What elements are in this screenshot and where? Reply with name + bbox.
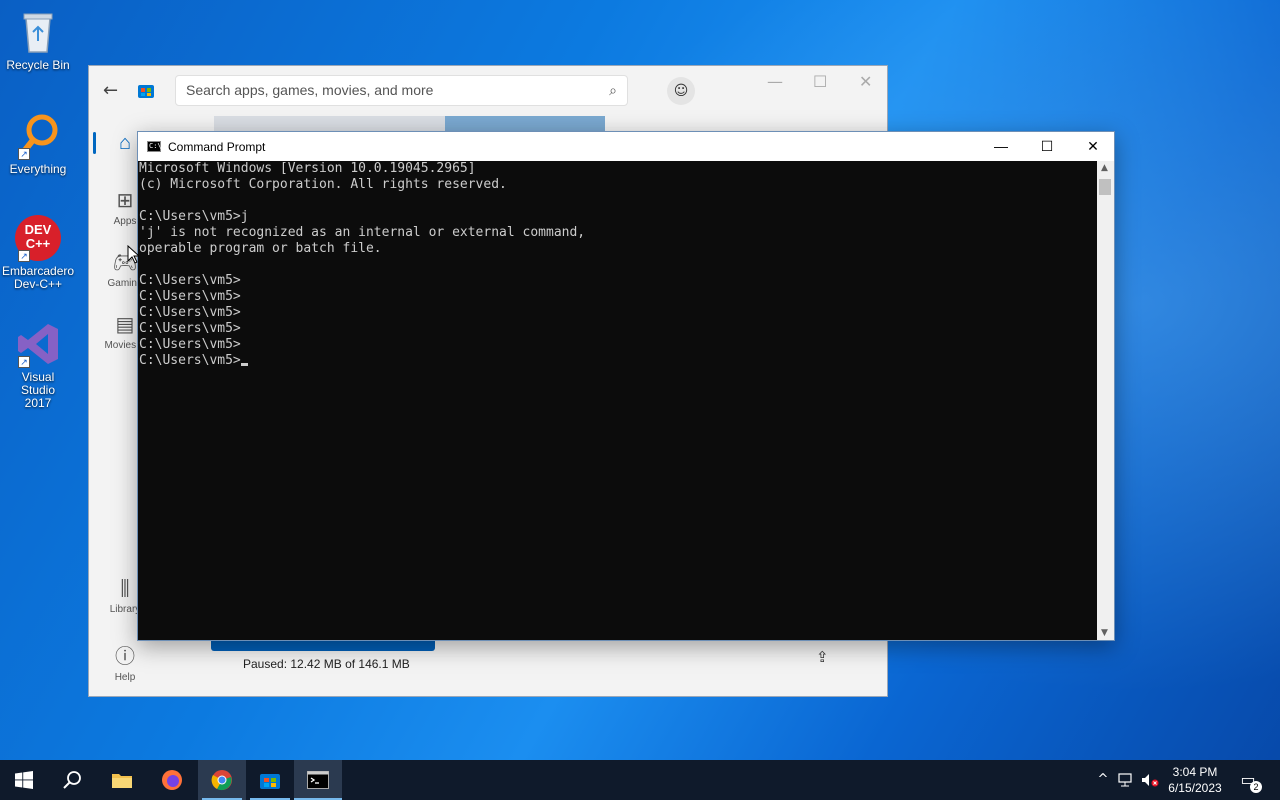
notification-center-icon[interactable]: ▭: [1236, 760, 1260, 800]
command-prompt-window[interactable]: C:\ Command Prompt — ☐ ✕ Microsoft Windo…: [137, 131, 1115, 641]
sidebar-item-help[interactable]: ⓘ Help: [89, 640, 161, 683]
show-hidden-icons-chevron-icon[interactable]: ^: [1094, 760, 1112, 800]
store-minimize-button[interactable]: —: [767, 72, 783, 91]
mouse-cursor-icon: [127, 245, 139, 264]
console-line: C:\Users\vm5>j: [139, 209, 249, 224]
shortcut-arrow-icon: ↗: [18, 250, 30, 262]
sidebar-item-label: Apps: [113, 216, 137, 227]
cmd-window-title: Command Prompt: [168, 140, 266, 154]
cmd-close-button[interactable]: ✕: [1070, 132, 1116, 161]
console-line: C:\Users\vm5>: [139, 289, 241, 304]
desktop-icon-recycle-bin[interactable]: Recycle Bin: [0, 8, 76, 72]
store-icon: [259, 769, 281, 790]
download-progress-bar: [211, 641, 435, 651]
account-avatar-icon[interactable]: ☺: [667, 77, 695, 105]
cmd-scrollbar[interactable]: ▲ ▼: [1097, 161, 1114, 640]
cmd-console-output[interactable]: Microsoft Windows [Version 10.0.19045.29…: [138, 161, 1099, 640]
taskbar-command-prompt[interactable]: [294, 760, 342, 800]
cmd-icon: [307, 769, 329, 790]
text-cursor: [240, 363, 248, 366]
store-titlebar: ← Search apps, games, movies, and more ⌕…: [89, 66, 887, 116]
devcpp-icon: DEV C++ ↗: [14, 214, 62, 262]
scroll-thumb[interactable]: [1099, 179, 1111, 195]
windows-logo-icon: [15, 769, 33, 790]
shortcut-arrow-icon: ↗: [18, 356, 30, 368]
taskbar-file-explorer[interactable]: [98, 760, 146, 800]
console-line: C:\Users\vm5>: [139, 273, 241, 288]
desktop-icon-everything[interactable]: ↗ Everything: [0, 112, 76, 176]
firefox-icon: [161, 769, 183, 790]
console-line: C:\Users\vm5>: [139, 305, 241, 320]
shortcut-arrow-icon: ↗: [18, 148, 30, 160]
taskbar-microsoft-store[interactable]: [246, 760, 294, 800]
desktop-icon-label: Embarcadero Dev-C++: [2, 264, 75, 291]
desktop-icon-label: Recycle Bin: [6, 58, 70, 72]
clock-time: 3:04 PM: [1172, 765, 1218, 779]
clock-date: 6/15/2023: [1168, 781, 1222, 795]
console-line: C:\Users\vm5>: [139, 321, 241, 336]
folder-icon: [111, 769, 133, 790]
everything-search-icon: ↗: [14, 112, 62, 160]
console-line: C:\Users\vm5>: [139, 353, 1099, 369]
help-icon: ⓘ: [115, 646, 135, 668]
network-icon[interactable]: [1116, 760, 1136, 800]
taskbar-search-button[interactable]: [48, 760, 96, 800]
taskbar-firefox[interactable]: [148, 760, 196, 800]
store-logo-icon: [137, 81, 155, 99]
desktop-icon-visual-studio[interactable]: ↗ Visual Studio 2017: [0, 320, 76, 410]
desktop-icon-label: Everything: [9, 162, 67, 176]
console-line: (c) Microsoft Corporation. All rights re…: [139, 177, 507, 192]
cmd-app-icon: C:\: [147, 141, 162, 152]
sidebar-item-label: Help: [114, 672, 136, 683]
desktop-icon-label: Visual Studio 2017: [20, 370, 56, 410]
share-icon[interactable]: ⇪: [816, 648, 829, 666]
console-line: 'j' is not recognized as an internal or …: [139, 225, 586, 240]
download-status-text: Paused: 12.42 MB of 146.1 MB: [243, 657, 410, 671]
console-line: C:\Users\vm5>: [139, 337, 241, 352]
console-line: operable program or batch file.: [139, 241, 382, 256]
console-line: Microsoft Windows [Version 10.0.19045.29…: [139, 161, 476, 176]
notification-count-badge: 2: [1250, 781, 1262, 793]
recycle-bin-icon: [14, 8, 62, 56]
taskbar: ^ 3:04 PM 6/15/2023 ▭ 2: [0, 760, 1280, 800]
visual-studio-icon: ↗: [14, 320, 62, 368]
start-button[interactable]: [0, 760, 48, 800]
store-maximize-button[interactable]: ☐: [813, 72, 827, 91]
devcpp-glyph: DEV C++: [24, 222, 52, 251]
taskbar-chrome[interactable]: [198, 760, 246, 800]
volume-muted-icon[interactable]: [1140, 760, 1160, 800]
scroll-up-arrow-icon[interactable]: ▲: [1101, 163, 1108, 173]
sidebar-item-label: Library: [109, 604, 141, 615]
chrome-icon: [211, 769, 233, 791]
cmd-minimize-button[interactable]: —: [978, 132, 1024, 161]
desktop-icon-devcpp[interactable]: DEV C++ ↗ Embarcadero Dev-C++: [0, 214, 76, 291]
store-search-placeholder: Search apps, games, movies, and more: [186, 82, 434, 98]
store-search-input[interactable]: Search apps, games, movies, and more ⌕: [175, 75, 628, 106]
search-icon: [62, 769, 82, 790]
cmd-titlebar[interactable]: C:\ Command Prompt — ☐ ✕: [138, 132, 1114, 161]
back-arrow-icon[interactable]: ←: [103, 80, 118, 101]
store-close-button[interactable]: ✕: [859, 72, 872, 91]
search-icon[interactable]: ⌕: [609, 82, 617, 99]
taskbar-clock[interactable]: 3:04 PM 6/15/2023: [1160, 764, 1230, 796]
scroll-down-arrow-icon[interactable]: ▼: [1101, 628, 1108, 638]
cmd-maximize-button[interactable]: ☐: [1024, 132, 1070, 161]
